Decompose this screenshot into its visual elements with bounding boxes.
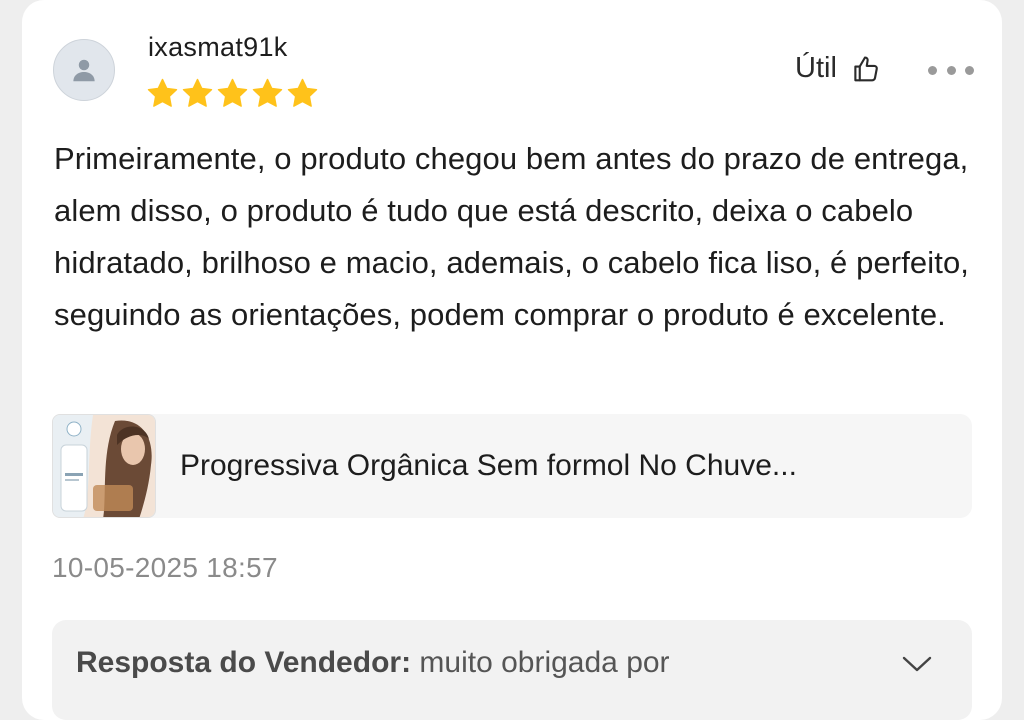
useful-button[interactable]: Útil: [795, 52, 881, 85]
seller-reply-label: Resposta do Vendedor:: [76, 646, 412, 679]
product-name: Progressiva Orgânica Sem formol No Chuve…: [180, 449, 797, 482]
seller-reply-panel[interactable]: Resposta do Vendedor: muito obrigada por: [52, 620, 972, 720]
thumbs-up-icon: [854, 55, 878, 81]
product-thumbnail: [52, 414, 156, 518]
seller-reply-text: Resposta do Vendedor: muito obrigada por: [76, 646, 811, 680]
review-date: 10-05-2025 18:57: [52, 552, 278, 583]
seller-reply-body: muito obrigada por: [411, 646, 670, 679]
star-icon: [287, 78, 318, 107]
product-link[interactable]: Progressiva Orgânica Sem formol No Chuve…: [52, 414, 972, 518]
more-options-icon[interactable]: [928, 58, 974, 82]
reviewer-username: ixasmat91k: [148, 32, 288, 62]
star-icon: [147, 78, 178, 107]
star-icon: [217, 78, 248, 107]
rating-stars: [146, 77, 319, 110]
user-icon: [73, 59, 95, 82]
star-icon: [182, 78, 213, 107]
useful-label: Útil: [795, 52, 837, 84]
avatar[interactable]: [53, 39, 115, 101]
review-card: ixasmat91k Útil Primeiramente, o produto…: [22, 0, 1002, 720]
chevron-down-icon[interactable]: [900, 652, 934, 676]
review-text: Primeiramente, o produto chegou bem ante…: [54, 141, 970, 332]
star-icon: [252, 78, 283, 107]
